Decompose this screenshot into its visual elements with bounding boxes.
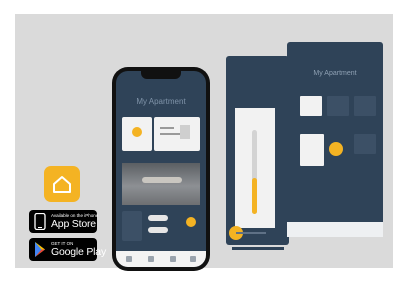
card-line [160, 133, 180, 135]
app-store-label: App Store [51, 218, 96, 230]
tablet-screen-rooms: My Apartment [287, 42, 383, 237]
room-light [142, 177, 182, 183]
room-tile[interactable] [354, 134, 376, 154]
card-line [160, 127, 174, 129]
home-icon [53, 176, 71, 193]
dimmer-card [229, 108, 275, 240]
phone-screen: My Apartment [116, 71, 206, 267]
dimmer-level [252, 178, 257, 214]
scene-button[interactable] [148, 215, 168, 221]
settings-tab-icon[interactable] [190, 256, 196, 262]
phone-notch [141, 71, 181, 79]
bulb-icon [329, 142, 343, 156]
device-card[interactable] [122, 117, 152, 151]
bulb-icon [132, 127, 142, 137]
tab-bar [116, 251, 206, 267]
tablet-title: My Apartment [313, 70, 357, 77]
tablet-screen-light-control [226, 56, 289, 245]
device-card[interactable] [154, 117, 200, 151]
google-play-badge[interactable]: GET IT ON Google Play [29, 238, 106, 261]
rooms-tab-icon[interactable] [148, 256, 154, 262]
home-tab-icon[interactable] [126, 256, 132, 262]
phone-title: My Apartment [136, 97, 186, 106]
card-thumb [180, 125, 190, 139]
tab-bar [287, 222, 383, 237]
app-icon[interactable] [44, 166, 80, 202]
room-tile[interactable] [300, 96, 322, 116]
room-tile[interactable] [354, 96, 376, 116]
promo-frame: Available on the iPhone App Store GET IT… [0, 0, 407, 281]
room-photo [122, 163, 200, 205]
google-play-label: Google Play [51, 246, 107, 258]
app-store-badge[interactable]: Available on the iPhone App Store [29, 210, 98, 233]
iphone-icon [34, 213, 46, 230]
scene-button[interactable] [148, 227, 168, 233]
tablet-stand [232, 247, 284, 250]
bulb-icon [186, 217, 196, 227]
room-tile[interactable] [300, 134, 324, 166]
divider [236, 232, 266, 234]
scenes-tab-icon[interactable] [170, 256, 176, 262]
google-play-icon [35, 242, 45, 257]
device-card[interactable] [122, 211, 142, 241]
phone-mockup: My Apartment [112, 67, 210, 271]
room-tile[interactable] [327, 96, 349, 116]
